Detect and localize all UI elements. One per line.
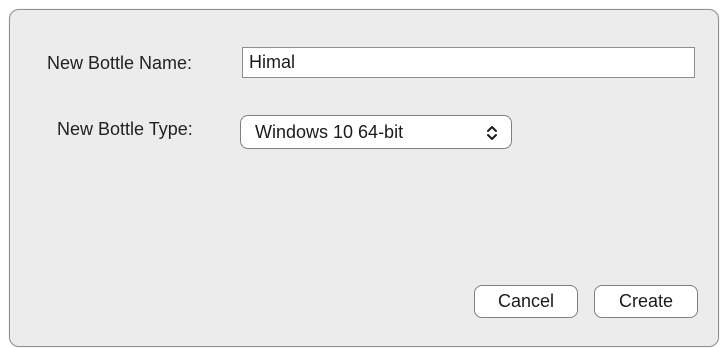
create-button[interactable]: Create bbox=[594, 285, 698, 318]
cancel-button[interactable]: Cancel bbox=[474, 285, 578, 318]
bottle-type-selected-value: Windows 10 64-bit bbox=[255, 121, 404, 142]
new-bottle-dialog: New Bottle Name: New Bottle Type: Window… bbox=[9, 9, 719, 347]
bottle-type-label: New Bottle Type: bbox=[57, 119, 193, 139]
bottle-type-select[interactable]: Windows 10 64-bit bbox=[240, 115, 512, 149]
bottle-name-label: New Bottle Name: bbox=[47, 53, 193, 73]
bottle-name-input[interactable] bbox=[242, 47, 695, 78]
chevron-up-down-icon bbox=[487, 126, 497, 140]
